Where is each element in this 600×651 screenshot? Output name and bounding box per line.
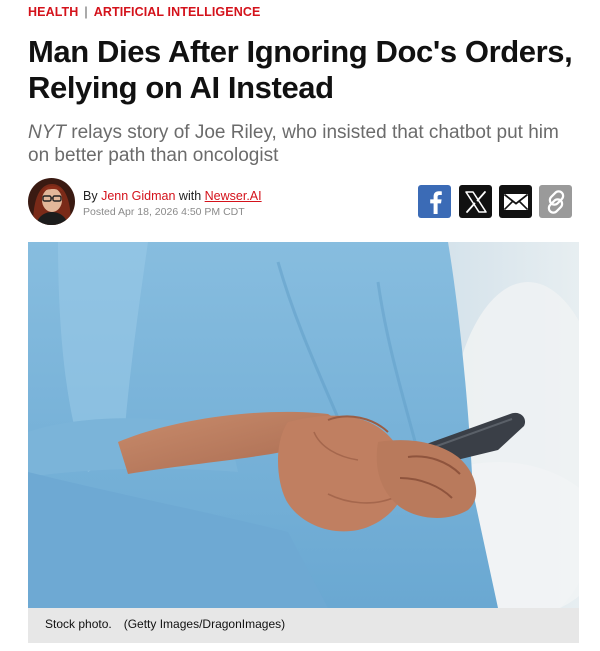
ai-author-link[interactable]: Newser.AI (205, 189, 262, 203)
article-photo (28, 242, 579, 608)
by-label: By (83, 189, 98, 203)
photo-credit: (Getty Images/DragonImages) (123, 617, 286, 631)
category-ai-link[interactable]: ARTIFICIAL INTELLIGENCE (94, 5, 261, 19)
copy-link-button[interactable] (539, 185, 572, 218)
subheadline: NYT relays story of Joe Riley, who insis… (28, 121, 578, 167)
x-share-button[interactable] (459, 185, 492, 218)
subhead-text: relays story of Joe Riley, who insisted … (28, 122, 559, 166)
author-line: By Jenn Gidman with Newser.AI (83, 189, 262, 203)
category-health-link[interactable]: HEALTH (28, 5, 78, 19)
category-breadcrumb: HEALTH | ARTIFICIAL INTELLIGENCE (28, 5, 260, 19)
subhead-source: NYT (28, 122, 66, 143)
facebook-share-button[interactable] (418, 185, 451, 218)
photo-caption: Stock photo. (Getty Images/DragonImages) (28, 608, 579, 643)
author-link[interactable]: Jenn Gidman (101, 189, 175, 203)
author-avatar[interactable] (28, 178, 75, 225)
caption-label: Stock photo. (45, 617, 112, 631)
caption-text: Stock photo. (Getty Images/DragonImages) (45, 617, 285, 631)
x-icon (464, 190, 487, 213)
headline-line-2: Relying on AI Instead (28, 70, 334, 105)
byline: By Jenn Gidman with Newser.AI Posted Apr… (28, 178, 358, 228)
headline: Man Dies After Ignoring Doc's Orders, Re… (28, 34, 588, 106)
posted-timestamp: Posted Apr 18, 2026 4:50 PM CDT (83, 206, 245, 218)
category-separator: | (84, 5, 88, 19)
facebook-icon (429, 190, 442, 214)
email-icon (503, 193, 528, 210)
with-label: with (178, 189, 202, 203)
link-icon (547, 189, 564, 214)
email-share-button[interactable] (499, 185, 532, 218)
headline-line-1: Man Dies After Ignoring Doc's Orders, (28, 34, 573, 69)
